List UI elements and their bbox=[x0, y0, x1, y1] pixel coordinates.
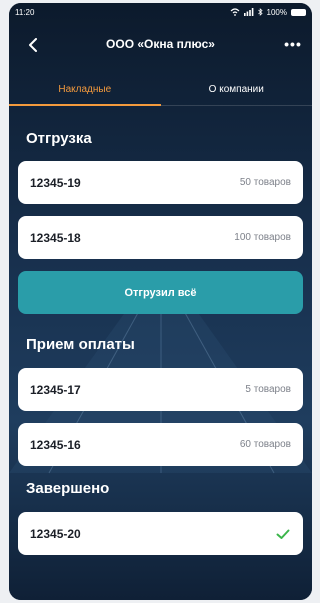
invoice-id: 12345-17 bbox=[30, 382, 81, 397]
shipped-all-button[interactable]: Отгрузил всё bbox=[18, 271, 303, 314]
chevron-left-icon bbox=[29, 38, 37, 52]
section-title-payment: Прием оплаты bbox=[26, 336, 135, 353]
main-content: Отгрузка 12345-19 50 товаров 12345-18 10… bbox=[9, 107, 312, 567]
back-button[interactable] bbox=[23, 35, 43, 55]
invoice-row[interactable]: 12345-17 5 товаров bbox=[18, 368, 303, 411]
check-icon bbox=[276, 529, 290, 539]
more-button[interactable]: ••• bbox=[282, 33, 304, 55]
battery-icon bbox=[291, 8, 306, 16]
invoice-row[interactable]: 12345-16 60 товаров bbox=[18, 423, 303, 466]
invoice-row[interactable]: 12345-18 100 товаров bbox=[18, 216, 303, 259]
page-title: ООО «Окна плюс» bbox=[106, 37, 215, 51]
section-title-shipment: Отгрузка bbox=[26, 130, 92, 147]
tab-invoices[interactable]: Накладные bbox=[9, 77, 161, 106]
item-count: 5 товаров bbox=[245, 384, 291, 395]
status-bar: 11:20 100% bbox=[9, 3, 312, 21]
more-icon: ••• bbox=[284, 36, 302, 52]
signal-icon bbox=[243, 8, 253, 16]
invoice-id: 12345-20 bbox=[30, 526, 81, 541]
invoice-row[interactable]: 12345-20 bbox=[18, 512, 303, 555]
item-count: 60 товаров bbox=[239, 439, 291, 450]
status-icons: 100% bbox=[230, 8, 306, 17]
invoice-id: 12345-19 bbox=[30, 175, 81, 190]
section-title-done: Завершено bbox=[26, 480, 110, 497]
invoice-row[interactable]: 12345-19 50 товаров bbox=[18, 161, 303, 204]
bluetooth-icon bbox=[257, 8, 263, 16]
phone-screen: 11:20 100% ООО «Окна плюс» ••• Накладные… bbox=[9, 3, 312, 600]
invoice-id: 12345-18 bbox=[30, 230, 81, 245]
tab-bar: Накладные О компании bbox=[9, 77, 312, 106]
wifi-icon bbox=[230, 8, 239, 16]
app-header: ООО «Окна плюс» ••• bbox=[9, 25, 312, 65]
tab-about-company[interactable]: О компании bbox=[161, 77, 313, 105]
battery-percent: 100% bbox=[266, 7, 287, 17]
status-time: 11:20 bbox=[15, 7, 35, 17]
item-count: 100 товаров bbox=[234, 232, 291, 243]
invoice-id: 12345-16 bbox=[30, 437, 81, 452]
item-count: 50 товаров bbox=[239, 177, 291, 188]
